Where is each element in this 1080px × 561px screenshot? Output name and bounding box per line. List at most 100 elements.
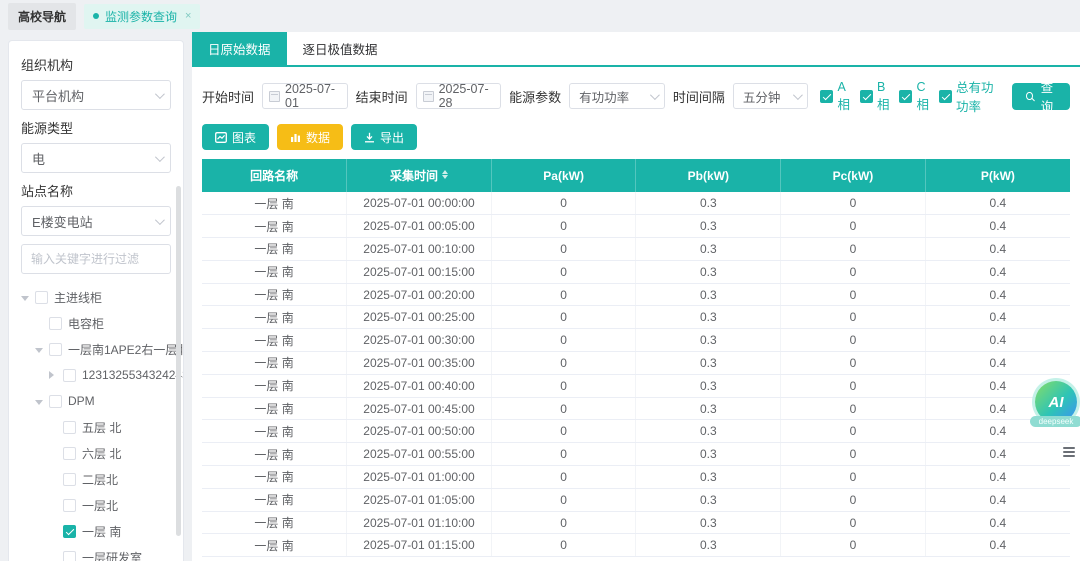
caret-down-icon[interactable] (21, 290, 31, 304)
data-table: 回路名称采集时间Pa(kW)Pb(kW)Pc(kW)P(kW) 一层 南2025… (202, 159, 1070, 557)
tree-checkbox[interactable] (63, 525, 76, 538)
table-row[interactable]: 一层 南2025-07-01 00:35:0000.300.4 (202, 352, 1070, 375)
caret-down-icon[interactable] (35, 342, 45, 356)
chevron-down-icon (650, 90, 660, 100)
table-cell: 0.4 (925, 283, 1070, 306)
caret-down-icon[interactable] (35, 394, 45, 408)
tree-item[interactable]: 二层北 (21, 466, 171, 492)
table-row[interactable]: 一层 南2025-07-01 01:15:0000.300.4 (202, 534, 1070, 557)
main-panel: 日原始数据 逐日极值数据 开始时间 2025-07-01 结束时间 2025-0… (192, 32, 1080, 561)
phase-checkbox[interactable]: B相 (860, 80, 890, 113)
tree-checkbox[interactable] (63, 447, 76, 460)
energy-param-label: 能源参数 (509, 87, 561, 106)
table-row[interactable]: 一层 南2025-07-01 00:55:0000.300.4 (202, 443, 1070, 466)
table-cell: 0 (781, 374, 926, 397)
table-row[interactable]: 一层 南2025-07-01 00:00:0000.300.4 (202, 192, 1070, 215)
table-row[interactable]: 一层 南2025-07-01 01:05:0000.300.4 (202, 488, 1070, 511)
table-cell: 2025-07-01 00:40:00 (347, 374, 492, 397)
energy-param-select[interactable]: 有功功率 (569, 83, 665, 109)
tree-item-label: 一层南1APE2右一层北1APE1左 (68, 341, 184, 358)
table-row[interactable]: 一层 南2025-07-01 00:10:0000.300.4 (202, 238, 1070, 261)
tree-item[interactable]: 一层研发室 (21, 544, 171, 561)
side-panel-handle-icon[interactable] (1063, 447, 1075, 457)
end-date-input[interactable]: 2025-07-28 (416, 83, 502, 109)
energy-select[interactable]: 电 (21, 143, 171, 173)
table-row[interactable]: 一层 南2025-07-01 00:05:0000.300.4 (202, 215, 1070, 238)
table-cell: 0.4 (925, 306, 1070, 329)
column-header[interactable]: Pc(kW) (781, 159, 926, 192)
nav-menu-button[interactable]: 高校导航 (8, 3, 76, 30)
data-table-wrap: 回路名称采集时间Pa(kW)Pb(kW)Pc(kW)P(kW) 一层 南2025… (202, 159, 1070, 557)
column-header[interactable]: 回路名称 (202, 159, 347, 192)
interval-select[interactable]: 五分钟 (733, 83, 809, 109)
filter-bar: 开始时间 2025-07-01 结束时间 2025-07-28 能源参数 有功功… (192, 67, 1080, 115)
tree-item[interactable]: 一层北 (21, 492, 171, 518)
query-button[interactable]: 查询 (1012, 83, 1070, 110)
column-header[interactable]: Pa(kW) (491, 159, 636, 192)
table-row[interactable]: 一层 南2025-07-01 00:20:0000.300.4 (202, 283, 1070, 306)
action-buttons: 图表 数据 导出 (192, 115, 1080, 150)
table-cell: 0.3 (636, 466, 781, 489)
tree-checkbox[interactable] (35, 291, 48, 304)
tree-checkbox[interactable] (63, 421, 76, 434)
breadcrumb-tab[interactable]: 监测参数查询 × (84, 4, 200, 29)
checkbox-icon[interactable] (820, 90, 833, 103)
tree-item[interactable]: DPM (21, 388, 171, 414)
tree-item[interactable]: 一层南1APE2右一层北1APE1左 (21, 336, 171, 362)
column-header[interactable]: Pb(kW) (636, 159, 781, 192)
table-cell: 2025-07-01 00:15:00 (347, 260, 492, 283)
start-date-input[interactable]: 2025-07-01 (262, 83, 348, 109)
caret-right-icon[interactable] (49, 368, 59, 382)
table-row[interactable]: 一层 南2025-07-01 00:15:0000.300.4 (202, 260, 1070, 283)
table-row[interactable]: 一层 南2025-07-01 00:40:0000.300.4 (202, 374, 1070, 397)
tab-daily-raw-data[interactable]: 日原始数据 (192, 32, 287, 65)
tree-item[interactable]: 一层 南 (21, 518, 171, 544)
column-header[interactable]: P(kW) (925, 159, 1070, 192)
tree-item-label: 一层北 (82, 497, 118, 514)
tab-daily-extreme-data[interactable]: 逐日极值数据 (287, 32, 394, 65)
chart-button-label: 图表 (232, 129, 256, 146)
table-cell: 一层 南 (202, 443, 347, 466)
tree-checkbox[interactable] (63, 551, 76, 561)
tree-checkbox[interactable] (63, 473, 76, 486)
table-cell: 0 (781, 511, 926, 534)
tree-item[interactable]: 主进线柜 (21, 284, 171, 310)
tree-checkbox[interactable] (49, 317, 62, 330)
sidebar-scrollbar[interactable] (176, 186, 181, 536)
checkbox-icon[interactable] (860, 90, 873, 103)
data-button[interactable]: 数据 (277, 124, 343, 150)
sort-icon[interactable] (442, 170, 448, 180)
checkbox-icon[interactable] (899, 90, 912, 103)
close-icon[interactable]: × (185, 10, 191, 22)
table-cell: 0.4 (925, 534, 1070, 557)
tree-item[interactable]: 五层 北 (21, 414, 171, 440)
table-cell: 0 (491, 283, 636, 306)
org-select[interactable]: 平台机构 (21, 80, 171, 110)
column-header[interactable]: 采集时间 (347, 159, 492, 192)
phase-checkbox[interactable]: A相 (820, 80, 850, 113)
tree-item[interactable]: 1231325534324243423424342 (21, 362, 171, 388)
table-row[interactable]: 一层 南2025-07-01 01:00:0000.300.4 (202, 466, 1070, 489)
tree-item[interactable]: 六层 北 (21, 440, 171, 466)
chart-button[interactable]: 图表 (202, 124, 269, 150)
tree-checkbox[interactable] (49, 395, 62, 408)
tree-filter-input[interactable] (21, 244, 171, 274)
table-row[interactable]: 一层 南2025-07-01 01:10:0000.300.4 (202, 511, 1070, 534)
checkbox-icon[interactable] (939, 90, 952, 103)
tree-checkbox[interactable] (49, 343, 62, 356)
table-row[interactable]: 一层 南2025-07-01 00:25:0000.300.4 (202, 306, 1070, 329)
export-button[interactable]: 导出 (351, 124, 417, 150)
table-cell: 2025-07-01 01:10:00 (347, 511, 492, 534)
ai-assistant-widget[interactable]: AI deepseek (1028, 381, 1080, 427)
tree-checkbox[interactable] (63, 369, 76, 382)
phase-checkbox[interactable]: C相 (899, 80, 929, 113)
table-row[interactable]: 一层 南2025-07-01 00:45:0000.300.4 (202, 397, 1070, 420)
table-cell: 0 (781, 397, 926, 420)
station-select[interactable]: E楼变电站 (21, 206, 171, 236)
table-row[interactable]: 一层 南2025-07-01 00:30:0000.300.4 (202, 329, 1070, 352)
start-time-label: 开始时间 (202, 87, 254, 106)
tree-checkbox[interactable] (63, 499, 76, 512)
tree-item[interactable]: 电容柜 (21, 310, 171, 336)
phase-checkbox[interactable]: 总有功功率 (939, 77, 994, 115)
table-row[interactable]: 一层 南2025-07-01 00:50:0000.300.4 (202, 420, 1070, 443)
